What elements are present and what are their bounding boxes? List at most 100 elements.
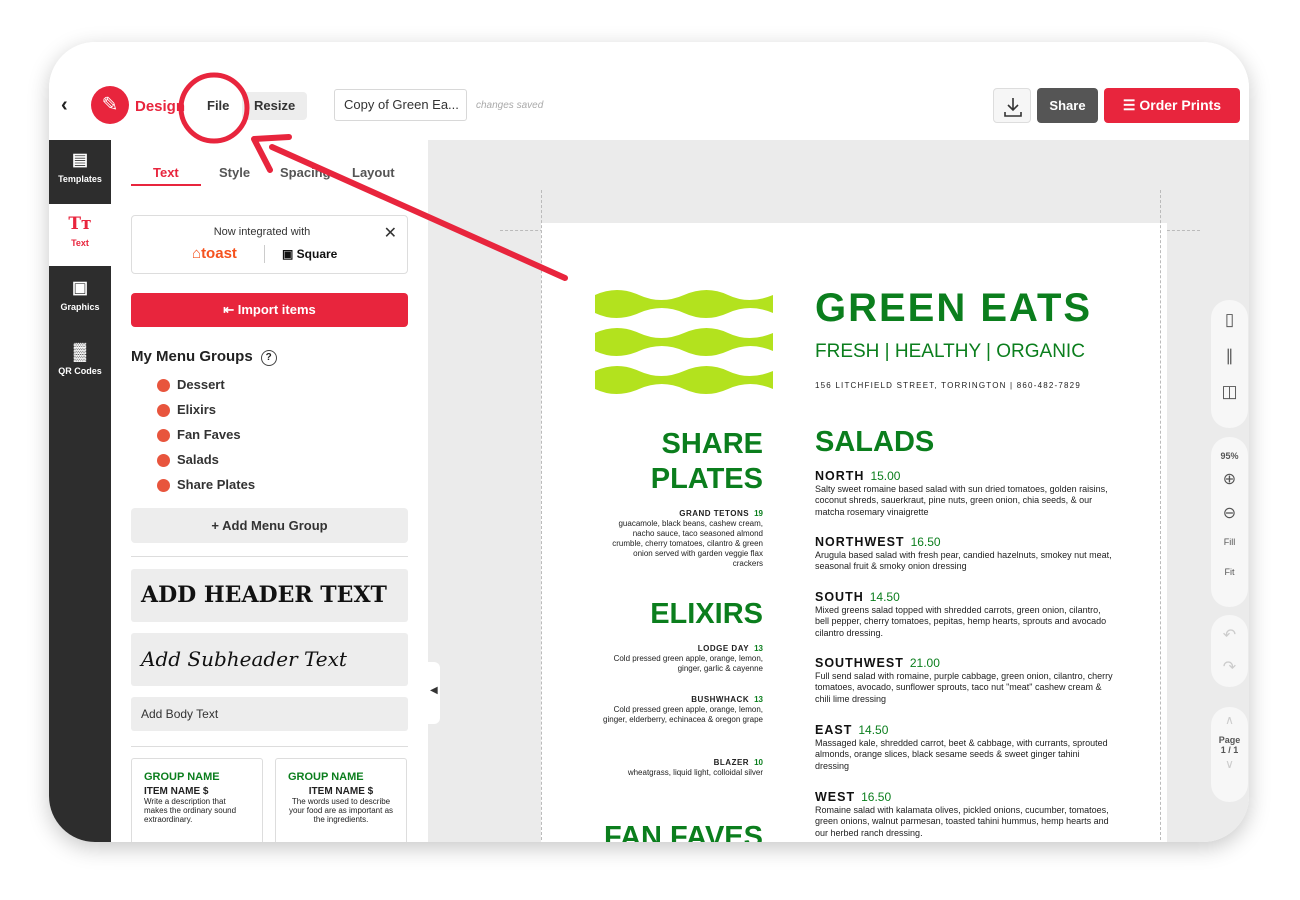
menu-address[interactable]: 156 LITCHFIELD STREET, TORRINGTON | 860-… — [815, 381, 1081, 390]
menu-group-item[interactable]: Salads — [177, 452, 219, 467]
order-prints-button[interactable]: ☰ Order Prints — [1104, 88, 1240, 123]
nav-graphics[interactable]: ▣ Graphics — [49, 268, 111, 330]
add-header-text[interactable]: ADD HEADER TEXT — [131, 569, 408, 622]
brand-label: Design — [135, 98, 186, 115]
wave-graphic[interactable] — [595, 285, 773, 397]
app-window: ‹ ✎ Design File Resize Copy of Green Ea.… — [49, 42, 1249, 842]
card-item-name: ITEM NAME $ — [144, 786, 209, 797]
group-icon — [157, 379, 170, 392]
card-description: The words used to describe your food are… — [288, 797, 394, 824]
undo-icon[interactable]: ↶ — [1211, 625, 1248, 645]
nav-templates[interactable]: ▤ Templates — [49, 140, 111, 202]
columns-icon[interactable]: ◫ — [1211, 382, 1248, 402]
add-menu-group-button[interactable]: + Add Menu Group — [131, 508, 408, 543]
view-tools: ▯ ∥ ◫ — [1211, 300, 1248, 428]
zoom-in-icon[interactable]: ⊕ — [1211, 469, 1248, 489]
section-fan-faves[interactable]: FAN FAVES — [541, 821, 763, 842]
guide-line — [541, 190, 542, 842]
close-icon[interactable]: ✕ — [384, 223, 397, 243]
nav-graphics-label: Graphics — [60, 302, 100, 312]
tab-layout[interactable]: Layout — [352, 165, 395, 180]
text-icon: Tᴛ — [68, 214, 92, 234]
menu-page[interactable]: GREEN EATS FRESH | HEALTHY | ORGANIC 156… — [541, 223, 1167, 842]
group-icon — [157, 404, 170, 417]
divider — [131, 746, 408, 747]
group-template-card[interactable]: GROUP NAME ITEM NAME $ Write a descripti… — [131, 758, 263, 842]
menu-item-lodge-day[interactable]: LODGE DAY 13 Cold pressed green apple, or… — [601, 644, 763, 674]
menu-item-salad[interactable]: WEST 16.50 Romaine salad with kalamata ol… — [815, 791, 1115, 839]
menu-item-salad[interactable]: SOUTHWEST 21.00 Full send salad with roma… — [815, 657, 1115, 705]
templates-icon: ▤ — [71, 150, 89, 169]
print-icon: ☰ — [1122, 97, 1136, 113]
menu-group-item[interactable]: Fan Faves — [177, 427, 241, 442]
help-icon[interactable]: ? — [260, 350, 277, 366]
section-share-plates-line2[interactable]: PLATES — [541, 463, 763, 496]
tab-style[interactable]: Style — [219, 165, 250, 180]
left-nav: ▤ Templates Tᴛ Text ▣ Graphics ▓ QR Code… — [49, 140, 111, 842]
menu-item-salad[interactable]: NORTHWEST 16.50 Arugula based salad with … — [815, 536, 1115, 573]
group-template-card[interactable]: GROUP NAME ITEM NAME $ The words used to… — [275, 758, 407, 842]
menu-subtitle[interactable]: FRESH | HEALTHY | ORGANIC — [815, 341, 1085, 363]
download-button[interactable] — [993, 88, 1031, 123]
redo-icon[interactable]: ↷ — [1211, 657, 1248, 677]
top-bar: ‹ ✎ Design File Resize Copy of Green Ea.… — [49, 42, 1249, 140]
design-canvas[interactable]: ◀ GREEN EATS FRESH | HEALTHY | ORGANIC 1… — [428, 140, 1249, 842]
menu-item-salad[interactable]: NORTH 15.00 Salty sweet romaine based sal… — [815, 470, 1115, 518]
section-elixirs[interactable]: ELIXIRS — [541, 598, 763, 631]
zoom-out-icon[interactable]: ⊖ — [1211, 503, 1248, 523]
nav-text[interactable]: Tᴛ Text — [49, 204, 111, 266]
fit-button[interactable]: Fit — [1211, 567, 1248, 577]
page-label: Page — [1218, 735, 1241, 745]
divider — [264, 245, 265, 263]
collapse-panel-tab[interactable]: ◀ — [428, 662, 440, 724]
menu-item-grand-tetons[interactable]: GRAND TETONS 19 guacamole, black beans, c… — [601, 509, 763, 569]
section-salads[interactable]: SALADS — [815, 426, 934, 459]
page-up-icon[interactable]: ∧ — [1211, 713, 1248, 727]
menu-item-bushwhack[interactable]: BUSHWHACK 13 Cold pressed green apple, or… — [601, 695, 763, 725]
nav-templates-label: Templates — [58, 174, 102, 184]
page-number: 1 / 1 — [1220, 745, 1239, 755]
collapse-arrow-icon: ◀ — [430, 685, 438, 696]
menu-group-item[interactable]: Dessert — [177, 377, 225, 392]
divider — [131, 556, 408, 557]
group-icon — [157, 429, 170, 442]
text-panel: Text Style Spacing Layout Now integrated… — [111, 140, 428, 842]
group-icon — [157, 479, 170, 492]
toast-logo[interactable]: ⌂toast — [192, 245, 237, 262]
menu-group-item[interactable]: Share Plates — [177, 477, 255, 492]
page-view-icon[interactable]: ▯ — [1211, 310, 1248, 330]
history-tools: ↶ ↷ — [1211, 615, 1248, 687]
nav-qr-label: QR Codes — [58, 366, 102, 376]
import-items-button[interactable]: ⇤ Import items — [131, 293, 408, 327]
section-share-plates[interactable]: SHARE — [541, 428, 763, 461]
integration-banner: Now integrated with ✕ ⌂toast ▣ Square — [131, 215, 408, 274]
page-tools: ∧ Page 1 / 1 ∨ — [1211, 707, 1248, 802]
tab-text[interactable]: Text — [153, 165, 179, 180]
menu-title[interactable]: GREEN EATS — [815, 286, 1092, 331]
graphics-icon: ▣ — [71, 278, 89, 297]
active-tab-underline — [131, 184, 201, 186]
add-subheader-text[interactable]: Add Subheader Text — [131, 633, 408, 686]
resize-button[interactable]: Resize — [242, 92, 308, 120]
menu-item-blazer[interactable]: BLAZER 10 wheatgrass, liquid light, collo… — [601, 758, 763, 778]
import-items-label: Import items — [237, 302, 316, 317]
file-button[interactable]: File — [195, 92, 241, 120]
ruler-icon[interactable]: ∥ — [1211, 346, 1248, 366]
nav-qr-codes[interactable]: ▓ QR Codes — [49, 332, 111, 394]
save-status: changes saved — [476, 100, 544, 111]
square-logo[interactable]: ▣ Square — [282, 247, 337, 261]
page-down-icon[interactable]: ∨ — [1211, 757, 1248, 771]
menu-item-salad[interactable]: EAST 14.50 Massaged kale, shredded carrot… — [815, 724, 1115, 772]
tab-spacing[interactable]: Spacing — [280, 165, 331, 180]
share-button[interactable]: Share — [1037, 88, 1098, 123]
menu-group-item[interactable]: Elixirs — [177, 402, 216, 417]
fill-button[interactable]: Fill — [1211, 537, 1248, 547]
order-prints-label: Order Prints — [1139, 97, 1222, 113]
zoom-level: 95% — [1220, 451, 1239, 461]
add-body-text[interactable]: Add Body Text — [131, 697, 408, 731]
zoom-tools: 95% ⊕ ⊖ Fill Fit — [1211, 437, 1248, 607]
menu-item-salad[interactable]: SOUTH 14.50 Mixed greens salad topped wit… — [815, 591, 1115, 639]
document-name-input[interactable]: Copy of Green Ea... — [334, 89, 467, 121]
back-arrow-icon[interactable]: ‹ — [61, 94, 68, 117]
card-item-name: ITEM NAME $ — [308, 786, 374, 797]
